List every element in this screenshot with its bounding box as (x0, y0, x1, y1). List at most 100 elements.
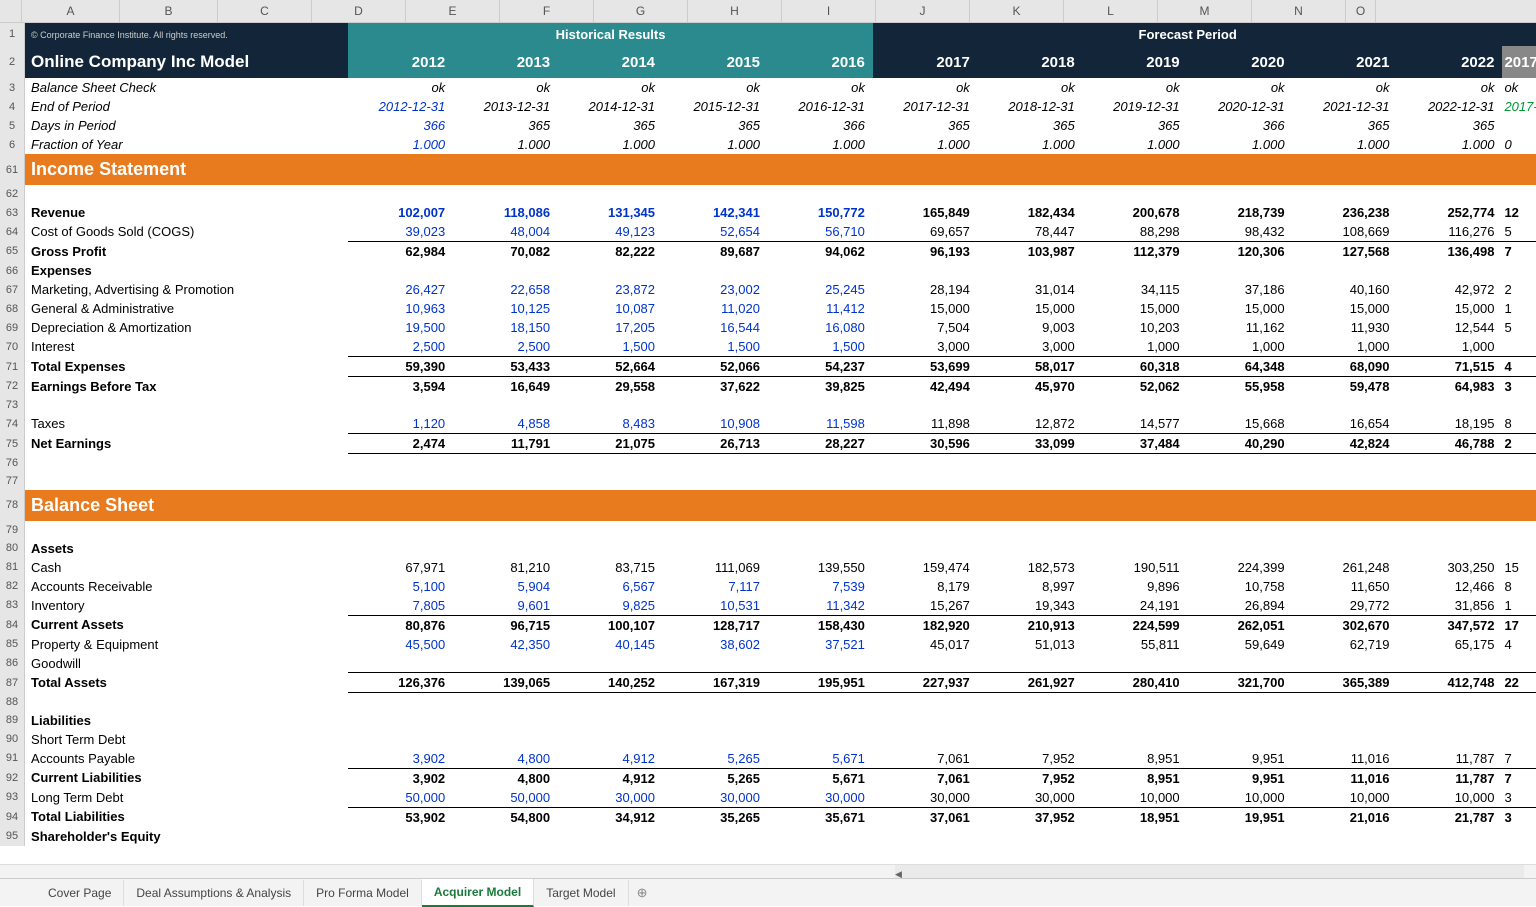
cell[interactable]: 3,000 (978, 337, 1083, 357)
year-header-2016[interactable]: 2016 (768, 46, 873, 78)
cell[interactable]: 1,500 (768, 337, 873, 357)
cell[interactable]: 10,000 (1397, 788, 1502, 808)
column-header-H[interactable]: H (688, 0, 782, 22)
row-header-90[interactable]: 90 (0, 730, 25, 749)
cell[interactable] (1188, 711, 1293, 730)
cell[interactable]: 46,788 (1397, 434, 1502, 454)
cell[interactable]: 111,069 (663, 558, 768, 577)
cell[interactable] (873, 539, 978, 558)
cell[interactable]: 50,000 (453, 788, 558, 808)
cell[interactable]: 37,952 (978, 807, 1083, 827)
cell[interactable]: 139,065 (453, 673, 558, 693)
cell[interactable]: ok (978, 78, 1083, 97)
sheet-tab-cover-page[interactable]: Cover Page (36, 880, 124, 906)
row-header-64[interactable]: 64 (0, 222, 25, 242)
cell[interactable]: 37,061 (873, 807, 978, 827)
row-header-66[interactable]: 66 (0, 261, 25, 280)
cell[interactable]: 60,318 (1083, 357, 1188, 377)
cell[interactable]: 67,971 (348, 558, 453, 577)
cell[interactable]: 1.000 (558, 135, 663, 154)
cell[interactable]: 2,474 (348, 434, 453, 454)
row-label[interactable]: Goodwill (25, 654, 349, 673)
row-header-75[interactable]: 75 (0, 434, 25, 454)
cell[interactable] (453, 827, 558, 846)
cell[interactable]: 28,227 (768, 434, 873, 454)
cell[interactable]: 59,649 (1188, 635, 1293, 654)
cell[interactable]: 53,902 (348, 807, 453, 827)
cell[interactable]: 54,800 (453, 807, 558, 827)
cell[interactable]: 96,715 (453, 615, 558, 635)
cell[interactable]: 19,343 (978, 596, 1083, 616)
row-label[interactable]: Shareholder's Equity (25, 827, 349, 846)
cell[interactable]: 262,051 (1188, 615, 1293, 635)
cell[interactable]: 11,791 (453, 434, 558, 454)
column-header-N[interactable]: N (1252, 0, 1346, 22)
row-header-80[interactable]: 80 (0, 539, 25, 558)
cell[interactable]: 15,000 (873, 299, 978, 318)
row-header-88[interactable]: 88 (0, 693, 25, 711)
cell[interactable] (1083, 827, 1188, 846)
cell[interactable] (978, 730, 1083, 749)
cell[interactable]: 15,000 (978, 299, 1083, 318)
cell[interactable]: 16,544 (663, 318, 768, 337)
row-label[interactable]: Interest (25, 337, 349, 357)
cell[interactable]: 54,237 (768, 357, 873, 377)
cell[interactable]: 30,000 (978, 788, 1083, 808)
cell[interactable]: ok (873, 78, 978, 97)
row-label[interactable]: Accounts Payable (25, 749, 349, 769)
cell[interactable]: 39,825 (768, 377, 873, 397)
cell[interactable]: 23,002 (663, 280, 768, 299)
cell[interactable]: 1.000 (453, 135, 558, 154)
row-header-61[interactable]: 61 (0, 154, 25, 185)
cell[interactable]: 1.000 (873, 135, 978, 154)
cell[interactable]: 6,567 (558, 577, 663, 596)
cell[interactable]: 182,920 (873, 615, 978, 635)
cell[interactable]: 159,474 (873, 558, 978, 577)
cell[interactable]: 15,000 (1397, 299, 1502, 318)
row-header-6[interactable]: 6 (0, 135, 25, 154)
row-header-68[interactable]: 68 (0, 299, 25, 318)
cell-partial[interactable]: 3 (1502, 377, 1536, 397)
cell[interactable] (873, 711, 978, 730)
column-header-corner[interactable] (0, 0, 22, 22)
cell-partial[interactable]: 1 (1502, 299, 1536, 318)
cell[interactable]: 16,654 (1293, 414, 1398, 434)
cell[interactable]: 15,000 (1293, 299, 1398, 318)
cell[interactable]: 42,494 (873, 377, 978, 397)
cell[interactable] (1293, 711, 1398, 730)
cell-partial[interactable]: 7 (1502, 749, 1536, 769)
cell[interactable]: 1.000 (348, 135, 453, 154)
cell[interactable]: 15,000 (1188, 299, 1293, 318)
cell[interactable]: 2017-12-31 (873, 97, 978, 116)
cell-partial[interactable]: 5 (1502, 222, 1536, 242)
row-label[interactable]: Inventory (25, 596, 349, 616)
cell[interactable] (1083, 539, 1188, 558)
cell[interactable]: 62,719 (1293, 635, 1398, 654)
cell-partial[interactable]: 17 (1502, 615, 1536, 635)
column-header-M[interactable]: M (1158, 0, 1252, 22)
cell[interactable]: 35,265 (663, 807, 768, 827)
cell[interactable]: 108,669 (1293, 222, 1398, 242)
cell[interactable]: 9,003 (978, 318, 1083, 337)
cell[interactable]: ok (663, 78, 768, 97)
cell[interactable]: 94,062 (768, 242, 873, 262)
cell[interactable]: 7,117 (663, 577, 768, 596)
cell-partial[interactable]: 4 (1502, 635, 1536, 654)
column-header-C[interactable]: C (218, 0, 312, 22)
row-header-87[interactable]: 87 (0, 673, 25, 693)
cell[interactable] (1293, 539, 1398, 558)
cell[interactable]: 11,412 (768, 299, 873, 318)
row-header-77[interactable]: 77 (0, 472, 25, 490)
cell[interactable]: 100,107 (558, 615, 663, 635)
cell-partial[interactable] (1502, 261, 1536, 280)
cell[interactable]: 68,090 (1293, 357, 1398, 377)
cell[interactable] (978, 827, 1083, 846)
cell[interactable]: 365 (1083, 116, 1188, 135)
cell[interactable]: 140,252 (558, 673, 663, 693)
row-header-79[interactable]: 79 (0, 521, 25, 539)
cell[interactable]: 45,017 (873, 635, 978, 654)
cell[interactable] (348, 827, 453, 846)
cell[interactable]: 10,125 (453, 299, 558, 318)
cell[interactable]: 8,951 (1083, 749, 1188, 769)
row-label[interactable]: End of Period (25, 97, 349, 116)
